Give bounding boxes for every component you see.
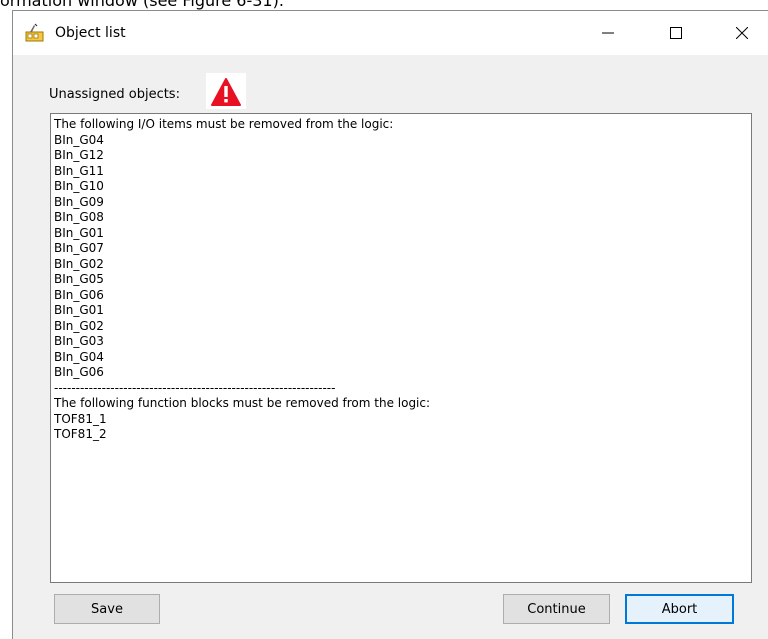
continue-button[interactable]: Continue xyxy=(503,594,610,624)
unassigned-objects-label: Unassigned objects: xyxy=(49,87,180,102)
list-item: BIn_G04 xyxy=(54,349,104,364)
list-item: BIn_G01 xyxy=(54,303,104,317)
maximize-icon xyxy=(670,27,682,39)
list-item: BIn_G04 xyxy=(54,132,104,147)
list-item: BIn_G05 xyxy=(54,272,104,286)
list-item: BIn_G12 xyxy=(54,148,104,162)
object-list-app-icon xyxy=(25,23,44,42)
list-item: ----------------------------------------… xyxy=(54,380,336,395)
list-item: BIn_G09 xyxy=(54,194,104,209)
list-item: The following function blocks must be re… xyxy=(54,396,431,410)
abort-button[interactable]: Abort xyxy=(625,594,734,624)
list-item: BIn_G01 xyxy=(54,225,104,240)
list-item: BIn_G11 xyxy=(54,163,104,178)
save-button[interactable]: Save xyxy=(54,594,160,624)
minimize-button[interactable] xyxy=(585,11,631,55)
list-item: BIn_G02 xyxy=(54,318,104,333)
list-item: BIn_G08 xyxy=(54,210,104,224)
close-button[interactable] xyxy=(719,11,765,55)
unassigned-objects-list[interactable]: The following I/O items must be removed … xyxy=(50,113,752,583)
warning-icon xyxy=(206,73,246,109)
list-item: BIn_G10 xyxy=(54,179,104,193)
list-item: BIn_G02 xyxy=(54,256,104,271)
list-item: BIn_G06 xyxy=(54,287,104,302)
list-item: TOF81_1 xyxy=(54,411,107,426)
list-item: BIn_G07 xyxy=(54,241,104,255)
window-title: Object list xyxy=(55,25,126,41)
list-item: BIn_G06 xyxy=(54,365,104,379)
list-item: BIn_G03 xyxy=(54,334,104,348)
minimize-icon xyxy=(602,32,614,34)
close-icon xyxy=(736,27,748,39)
object-list-window: Object list Unassigned objects: The foll… xyxy=(12,10,768,639)
list-item: The following I/O items must be removed … xyxy=(54,117,394,131)
list-item: TOF81_2 xyxy=(54,427,107,441)
title-bar[interactable]: Object list xyxy=(13,11,768,55)
maximize-button[interactable] xyxy=(653,11,699,55)
